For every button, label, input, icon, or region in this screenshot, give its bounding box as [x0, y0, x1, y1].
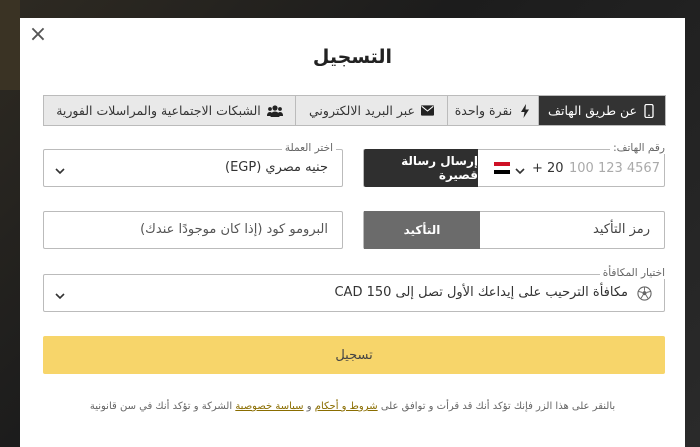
- close-button[interactable]: ×: [27, 24, 49, 46]
- terms-text-part2: و: [303, 401, 315, 412]
- chevron-down-icon: [54, 162, 68, 176]
- bolt-icon: [518, 103, 531, 118]
- tab-email-label: عبر البريد الالكتروني: [309, 103, 415, 118]
- tab-phone[interactable]: عن طريق الهاتف: [538, 96, 665, 125]
- close-icon: ×: [28, 22, 48, 47]
- currency-value: جنيه مصري (EGP): [225, 160, 328, 175]
- phone-label: رقم الهاتف:: [610, 142, 668, 154]
- tab-social[interactable]: الشبكات الاجتماعية والمراسلات الفورية: [44, 96, 295, 125]
- register-button[interactable]: تسجيل: [43, 336, 665, 374]
- mobile-icon: [643, 103, 656, 118]
- phone-input-placeholder: 100 123 4567: [569, 161, 660, 176]
- terms-text-part1: بالنقر على هذا الزر فإنك تؤكد أنك قد قرأ…: [377, 401, 616, 412]
- promo-code-input[interactable]: البرومو كود (إذا كان موجودًا عندك): [43, 211, 343, 249]
- tab-social-label: الشبكات الاجتماعية والمراسلات الفورية: [56, 103, 261, 118]
- terms-link[interactable]: شروط و أحكام: [315, 401, 378, 412]
- tab-email[interactable]: عبر البريد الالكتروني: [295, 96, 447, 125]
- country-code: + 20: [532, 161, 564, 176]
- bonus-select[interactable]: مكافأة الترحيب على إيداعك الأول تصل إلى …: [43, 274, 665, 312]
- tab-one-click[interactable]: نقرة واحدة: [447, 96, 538, 125]
- confirm-button[interactable]: التأكيد: [364, 211, 480, 249]
- modal-title: التسجيل: [312, 46, 393, 68]
- envelope-icon: [421, 104, 434, 117]
- currency-label: اختر العملة: [281, 142, 336, 154]
- send-sms-button[interactable]: إرسال رسالة قصيرة: [364, 149, 478, 187]
- promo-code-placeholder: البرومو كود (إذا كان موجودًا عندك): [140, 222, 328, 237]
- users-icon: [266, 104, 283, 117]
- country-chevron-down-icon[interactable]: [514, 162, 528, 176]
- confirmation-code-input[interactable]: التأكيد رمز التأكيد: [363, 211, 665, 249]
- privacy-policy-link[interactable]: سياسة خصوصية: [235, 401, 303, 412]
- backdrop-banner: [0, 0, 20, 90]
- bonus-chevron-down-icon: [54, 287, 68, 301]
- tab-one-click-label: نقرة واحدة: [454, 103, 513, 118]
- tab-phone-label: عن طريق الهاتف: [548, 103, 637, 118]
- confirmation-code-placeholder: رمز التأكيد: [593, 222, 650, 237]
- soccer-ball-icon: [637, 286, 652, 301]
- bonus-label: اختيار المكافأة: [599, 267, 668, 279]
- terms-text-part3: الشركة و تؤكد أنك في سن قانونية: [89, 401, 236, 412]
- bonus-value: مكافأة الترحيب على إيداعك الأول تصل إلى …: [334, 285, 628, 300]
- registration-modal: × التسجيل عن طريق الهاتف نقرة واحدة عبر …: [20, 18, 685, 447]
- phone-field[interactable]: إرسال رسالة قصيرة + 20 100 123 4567: [363, 149, 665, 187]
- terms-text: بالنقر على هذا الزر فإنك تؤكد أنك قد قرأ…: [20, 401, 685, 412]
- currency-select[interactable]: جنيه مصري (EGP): [43, 149, 343, 187]
- registration-tabs: عن طريق الهاتف نقرة واحدة عبر البريد الا…: [43, 95, 666, 126]
- egypt-flag-icon: [494, 162, 510, 174]
